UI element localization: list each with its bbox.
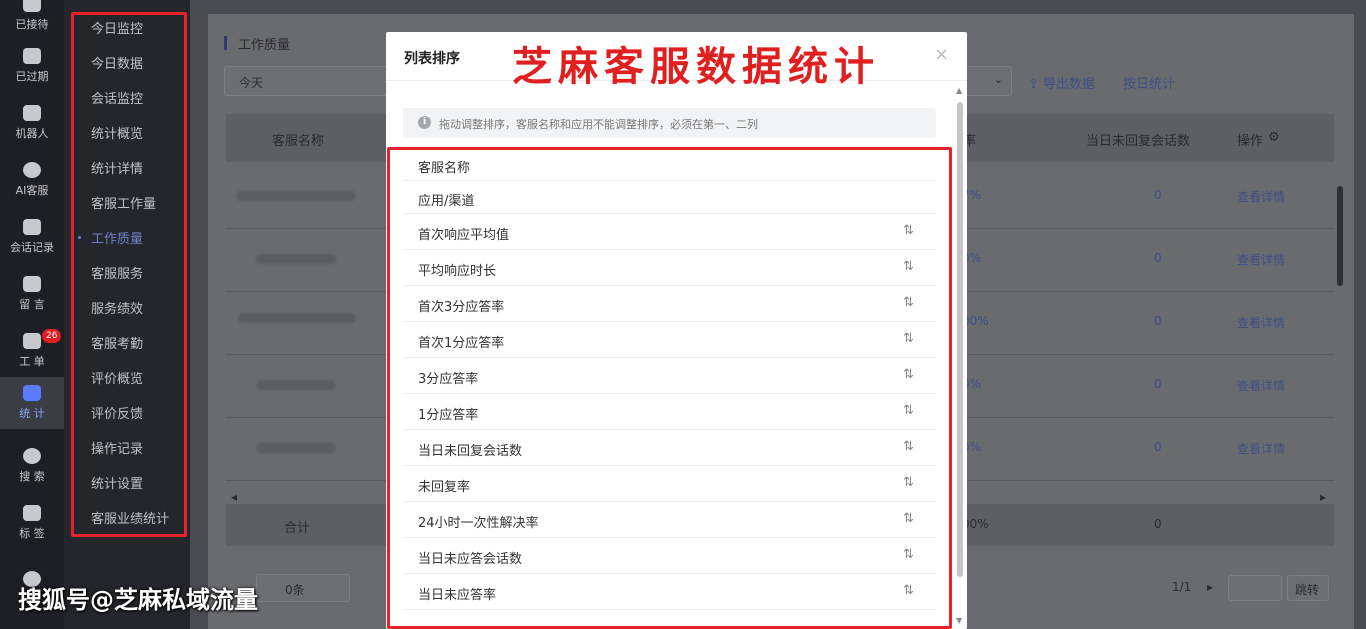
export-button[interactable]: ⇪ 导出数据 xyxy=(1028,73,1095,92)
unreplied-cell: 0 xyxy=(1154,314,1162,328)
blurred-agent-name xyxy=(236,191,356,201)
page-size-value: 0条 xyxy=(285,583,305,597)
modal-title: 列表排序 xyxy=(404,51,460,67)
modal-list-highlight-box xyxy=(387,147,952,629)
date-select[interactable]: 今天 xyxy=(224,66,390,96)
settings-gear-icon[interactable]: ⚙ xyxy=(1268,130,1280,145)
header-unreplied[interactable]: 当日未回复会话数 xyxy=(1086,130,1190,149)
page-jump-input[interactable] xyxy=(1228,575,1282,601)
watermark: 搜狐号@芝麻私域流量 xyxy=(18,586,258,614)
rail-item-ticket[interactable]: 工 单 26 xyxy=(0,325,64,377)
rail-item-stats[interactable]: 统 计 xyxy=(0,377,64,429)
modal-scrollbar-thumb[interactable] xyxy=(957,102,963,577)
date-select-value: 今天 xyxy=(239,76,264,90)
rail-item-message[interactable]: 留 言 xyxy=(0,268,64,320)
scrollbar-thumb[interactable] xyxy=(1337,186,1343,286)
jump-button[interactable]: 跳转 xyxy=(1287,575,1329,601)
robot-icon xyxy=(23,105,41,121)
filter-select[interactable]: ⌄ xyxy=(960,66,1012,96)
overlay-title: 芝麻客服数据统计 xyxy=(512,43,880,90)
info-icon: i xyxy=(418,116,431,129)
rail-item-robot[interactable]: 机器人 xyxy=(0,97,64,149)
rail-item-chat-record[interactable]: 会话记录 xyxy=(0,211,64,263)
unreplied-cell: 0 xyxy=(1154,377,1162,391)
sort-tip: i 拖动调整排序，客服名称和应用不能调整排序，必须在第一、二列 xyxy=(403,108,936,138)
submenu-highlight-box xyxy=(71,12,187,537)
chat-received-icon xyxy=(23,0,41,12)
next-page-arrow[interactable]: ▸ xyxy=(1207,580,1213,594)
search-icon xyxy=(23,448,41,464)
message-icon xyxy=(23,276,41,292)
blurred-agent-name xyxy=(256,443,336,453)
scroll-left-arrow[interactable]: ◂ xyxy=(231,490,237,504)
section-title: 工作质量 xyxy=(238,38,291,53)
export-label: 导出数据 xyxy=(1043,77,1096,92)
chevron-down-icon: ⌄ xyxy=(993,73,1003,86)
upload-icon: ⇪ xyxy=(1028,77,1044,92)
jump-label: 跳转 xyxy=(1295,583,1320,597)
scroll-down-arrow[interactable]: ▼ xyxy=(956,616,962,625)
rail-item-received[interactable]: 已接待 xyxy=(0,0,64,40)
total-label: 合计 xyxy=(284,521,311,536)
blurred-agent-name xyxy=(256,254,336,264)
blurred-agent-name xyxy=(256,380,336,390)
view-details-link[interactable]: 查看详情 xyxy=(1237,251,1285,268)
scroll-up-arrow[interactable]: ▲ xyxy=(956,86,962,95)
table-scrollbar[interactable] xyxy=(1336,166,1344,486)
stats-icon xyxy=(23,385,41,401)
blurred-agent-name xyxy=(238,313,356,323)
page-indicator: 1/1 xyxy=(1172,580,1192,594)
rail-item-expired[interactable]: 已过期 xyxy=(0,40,64,92)
tag-icon xyxy=(23,505,41,521)
rail-item-tag[interactable]: 标 签 xyxy=(0,497,64,549)
chat-record-icon xyxy=(23,219,41,235)
scroll-right-arrow[interactable]: ▸ xyxy=(1320,490,1326,504)
section-title-bar xyxy=(224,36,227,50)
rail-item-ai-service[interactable]: AI客服 xyxy=(0,154,64,206)
header-action: 操作 xyxy=(1237,134,1264,149)
modal-scrollbar[interactable]: ▲ ▼ xyxy=(956,86,964,625)
unreplied-cell: 0 xyxy=(1154,251,1162,265)
view-details-link[interactable]: 查看详情 xyxy=(1237,314,1285,331)
close-icon[interactable]: × xyxy=(934,44,949,65)
sort-tip-text: 拖动调整排序，客服名称和应用不能调整排序，必须在第一、二列 xyxy=(439,118,758,131)
view-details-link[interactable]: 查看详情 xyxy=(1237,188,1285,205)
ai-service-icon xyxy=(23,162,41,178)
ticket-count-badge: 26 xyxy=(42,329,62,343)
expired-icon xyxy=(23,48,41,64)
icon-rail: 已接待 已过期 机器人 AI客服 会话记录 留 言 工 单 26 统 计 搜 索… xyxy=(0,0,64,629)
ticket-icon xyxy=(23,333,41,349)
view-details-link[interactable]: 查看详情 xyxy=(1237,440,1285,457)
unreplied-cell: 0 xyxy=(1154,188,1162,202)
by-day-button[interactable]: 按日统计 xyxy=(1123,73,1175,92)
page-size-select[interactable]: 0条 xyxy=(256,574,350,602)
total-unreplied: 0 xyxy=(1154,517,1162,531)
view-details-link[interactable]: 查看详情 xyxy=(1237,377,1285,394)
header-name: 客服名称 xyxy=(272,134,325,149)
rail-item-search[interactable]: 搜 索 xyxy=(0,440,64,492)
unreplied-cell: 0 xyxy=(1154,440,1162,454)
